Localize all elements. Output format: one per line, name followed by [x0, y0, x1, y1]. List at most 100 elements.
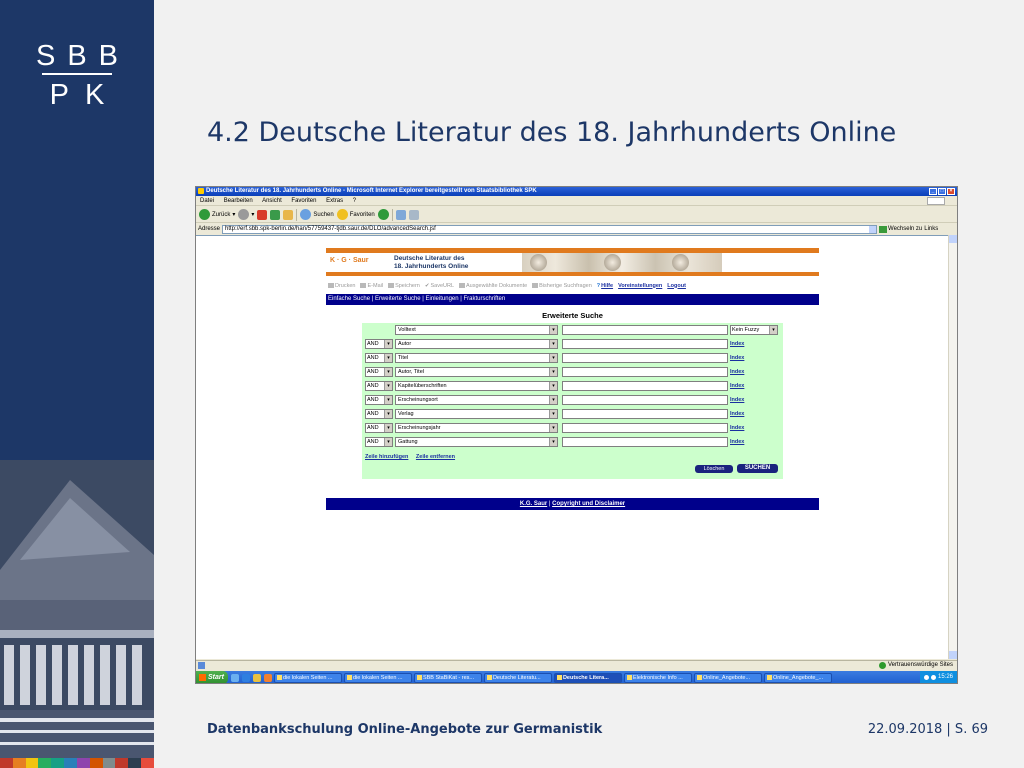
chevron-down-icon[interactable]: ▾ [549, 326, 557, 334]
chevron-down-icon[interactable]: ▾ [549, 438, 557, 446]
chevron-down-icon[interactable]: ▾ [549, 410, 557, 418]
close-icon[interactable]: × [947, 188, 955, 195]
chevron-down-icon[interactable]: ▾ [769, 326, 777, 334]
chevron-down-icon[interactable]: ▾ [384, 368, 392, 376]
print-icon[interactable] [408, 209, 419, 220]
scroll-up-icon[interactable] [949, 235, 957, 243]
chevron-down-icon[interactable]: ▾ [384, 396, 392, 404]
field-select[interactable]: Gattung ▾ [395, 437, 558, 447]
search-term-input[interactable] [562, 325, 728, 335]
chevron-down-icon[interactable]: ▾ [549, 354, 557, 362]
save-url-tool[interactable]: ✔ SaveURL [425, 283, 454, 289]
chevron-down-icon[interactable]: ▾ [549, 382, 557, 390]
chevron-down-icon[interactable]: ▾ [549, 340, 557, 348]
boolean-operator-select[interactable]: AND ▾ [365, 423, 393, 433]
taskbar-button[interactable]: SBB StaBiKat - res... [413, 672, 482, 683]
clear-button[interactable]: Löschen [695, 465, 733, 473]
chevron-down-icon[interactable]: ▾ [549, 368, 557, 376]
stop-icon[interactable] [257, 209, 268, 220]
refresh-icon[interactable] [270, 209, 281, 220]
field-select[interactable]: Kapitelüberschriften ▾ [395, 381, 558, 391]
tray-icon[interactable] [930, 675, 936, 680]
search-button[interactable]: Suchen [300, 209, 334, 220]
nav-introductions[interactable]: Einleitungen [426, 296, 459, 302]
chevron-down-icon[interactable]: ▾ [549, 424, 557, 432]
search-term-input[interactable] [562, 381, 728, 391]
chevron-down-icon[interactable] [869, 225, 877, 233]
fuzzy-select[interactable]: Kein Fuzzy ▾ [730, 325, 778, 335]
help-link[interactable]: Hilfe [601, 283, 613, 289]
menu-favoriten[interactable]: Favoriten [291, 198, 316, 204]
chevron-down-icon[interactable]: ▾ [384, 340, 392, 348]
back-button[interactable]: Zurück ▾ [199, 209, 235, 220]
field-select[interactable]: Volltext ▾ [395, 325, 558, 335]
quicklaunch-folder-icon[interactable] [252, 673, 261, 682]
chevron-down-icon[interactable]: ▾ [549, 396, 557, 404]
footer-copyright-link[interactable]: Copyright und Disclaimer [552, 501, 625, 507]
field-select[interactable]: Verlag ▾ [395, 409, 558, 419]
forward-button[interactable]: ▾ [238, 209, 254, 220]
chevron-down-icon[interactable]: ▾ [251, 211, 254, 218]
add-row-link[interactable]: Zeile hinzufügen [365, 454, 408, 460]
history-icon[interactable] [377, 209, 389, 220]
taskbar-button[interactable]: Deutsche Litera... [553, 672, 622, 683]
index-link[interactable]: Index [730, 339, 744, 349]
menu-help[interactable]: ? [353, 198, 356, 204]
maximize-icon[interactable]: □ [938, 188, 946, 195]
search-term-input[interactable] [562, 339, 728, 349]
minimize-icon[interactable]: _ [929, 188, 937, 195]
quicklaunch-desktop-icon[interactable] [230, 673, 239, 682]
boolean-operator-select[interactable]: AND ▾ [365, 353, 393, 363]
address-input[interactable]: http://erf.sbb.spk-berlin.de/han/5775943… [222, 224, 878, 234]
selected-docs-tool[interactable]: Ausgewählte Dokumente [459, 283, 527, 289]
boolean-operator-select[interactable]: AND ▾ [365, 339, 393, 349]
field-select[interactable]: Autor ▾ [395, 339, 558, 349]
nav-advanced-search[interactable]: Erweiterte Suche [375, 296, 421, 302]
mail-icon[interactable] [395, 209, 406, 220]
boolean-operator-select[interactable]: AND ▾ [365, 437, 393, 447]
quicklaunch-ie-icon[interactable] [241, 673, 250, 682]
chevron-down-icon[interactable]: ▾ [384, 438, 392, 446]
start-button[interactable]: Start [196, 671, 228, 683]
chevron-down-icon[interactable]: ▾ [384, 382, 392, 390]
chevron-down-icon[interactable]: ▾ [384, 410, 392, 418]
favorites-button[interactable]: Favoriten [336, 209, 375, 220]
index-link[interactable]: Index [730, 381, 744, 391]
vertical-scrollbar[interactable] [948, 235, 957, 659]
help-tool[interactable]: ? Hilfe [597, 283, 613, 289]
nav-simple-search[interactable]: Einfache Suche [328, 296, 370, 302]
nav-fraktur[interactable]: Frakturschriften [463, 296, 505, 302]
index-link[interactable]: Index [730, 437, 744, 447]
quicklaunch-app-icon[interactable] [263, 673, 272, 682]
boolean-operator-select[interactable]: AND ▾ [365, 395, 393, 405]
tray-icon[interactable] [923, 675, 929, 680]
taskbar-button[interactable]: Online_Angebote_... [763, 672, 832, 683]
index-link[interactable]: Index [730, 367, 744, 377]
links-label[interactable]: Links [924, 226, 938, 232]
field-select[interactable]: Erscheinungsjahr ▾ [395, 423, 558, 433]
menu-extras[interactable]: Extras [326, 198, 343, 204]
chevron-down-icon[interactable]: ▾ [232, 211, 235, 218]
boolean-operator-select[interactable]: AND ▾ [365, 367, 393, 377]
search-term-input[interactable] [562, 423, 728, 433]
taskbar-button[interactable]: Deutsche Literatu... [483, 672, 552, 683]
footer-saur-link[interactable]: K.G. Saur [520, 501, 547, 507]
menu-bearbeiten[interactable]: Bearbeiten [224, 198, 253, 204]
taskbar-button[interactable]: Online_Angebote... [693, 672, 762, 683]
search-term-input[interactable] [562, 395, 728, 405]
previous-searches-tool[interactable]: Bisherige Suchfragen [532, 283, 592, 289]
taskbar-button[interactable]: die lokalen Seiten ... [273, 672, 342, 683]
boolean-operator-select[interactable]: AND ▾ [365, 409, 393, 419]
scroll-down-icon[interactable] [949, 651, 957, 659]
index-link[interactable]: Index [730, 395, 744, 405]
search-term-input[interactable] [562, 367, 728, 377]
search-term-input[interactable] [562, 437, 728, 447]
search-term-input[interactable] [562, 353, 728, 363]
menu-datei[interactable]: Datei [200, 198, 214, 204]
menu-ansicht[interactable]: Ansicht [262, 198, 282, 204]
preferences-link[interactable]: Voreinstellungen [618, 283, 662, 289]
taskbar-button[interactable]: die lokalen Seiten ... [343, 672, 412, 683]
email-tool[interactable]: E-Mail [360, 283, 383, 289]
search-submit-button[interactable]: SUCHEN [737, 464, 778, 473]
go-button[interactable]: Wechseln zu [879, 225, 922, 233]
